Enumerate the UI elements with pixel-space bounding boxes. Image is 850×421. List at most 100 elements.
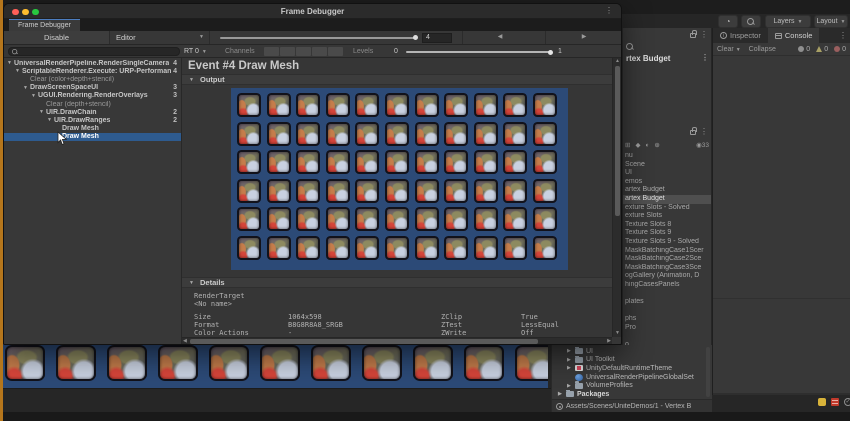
disable-button[interactable]: Disable: [4, 31, 110, 44]
console-badge[interactable]: 0: [816, 46, 828, 53]
event-tree-row[interactable]: ▼ Clear (color+depth+stencil): [4, 75, 181, 83]
layout-dropdown[interactable]: Layout ▼: [814, 15, 848, 28]
project-list-item[interactable]: artex Budget: [623, 186, 711, 195]
scene-menu-icon[interactable]: ⋮: [701, 54, 709, 63]
project-list-item[interactable]: Texture Slots 9 - Solved: [623, 238, 711, 247]
scene-header[interactable]: rtex Budget ⋮: [626, 54, 709, 63]
tab-frame-debugger[interactable]: Frame Debugger: [9, 19, 80, 31]
bake-status-icon[interactable]: [818, 398, 826, 406]
project-list-item[interactable]: UI: [623, 169, 711, 178]
editor-search-button[interactable]: [741, 15, 761, 28]
console-badge[interactable]: 0: [834, 46, 846, 53]
event-tree-row[interactable]: ▼ UIR.DrawChain 2: [4, 108, 181, 116]
target-dropdown[interactable]: Editor ▼: [110, 31, 210, 44]
create-menu-icon[interactable]: ⊞: [625, 141, 630, 149]
previous-event-button[interactable]: ◀: [462, 31, 537, 44]
channel-button[interactable]: [264, 47, 279, 56]
project-list-item[interactable]: ogGallery (Animation, D: [623, 272, 711, 281]
levels-slider[interactable]: [406, 49, 553, 55]
scroll-right-icon[interactable]: ▶: [607, 338, 611, 344]
project-list-item[interactable]: artex Budget: [623, 194, 711, 204]
fold-arrow-icon[interactable]: ▼: [23, 85, 30, 91]
project-tree-item[interactable]: ▶ Packages: [556, 389, 704, 399]
tab-inspector[interactable]: i Inspector: [713, 28, 768, 43]
rt-dropdown[interactable]: RT 0 ▼: [184, 46, 216, 57]
project-list-item[interactable]: Texture Slots 9: [623, 229, 711, 238]
window-titlebar[interactable]: Frame Debugger ⋮: [4, 4, 621, 19]
layers-dropdown[interactable]: Layers ▼: [765, 15, 811, 28]
project-list-item[interactable]: MaskBatchingCase2Sce: [623, 255, 711, 264]
history-button[interactable]: ◔: [718, 15, 738, 28]
project-list-item[interactable]: exture Slots - Solved: [623, 204, 711, 213]
project-list-item[interactable]: emos: [623, 178, 711, 187]
project-tree-item[interactable]: ▶ UniversalRenderPipelineGlobalSet: [556, 373, 704, 382]
scroll-left-icon[interactable]: ◀: [183, 338, 187, 344]
lock-icon[interactable]: [690, 126, 697, 135]
channel-button[interactable]: [312, 47, 327, 56]
channel-button[interactable]: [296, 47, 311, 56]
next-event-button[interactable]: ▶: [545, 31, 621, 44]
window-menu-icon[interactable]: ⋮: [605, 7, 613, 15]
fold-arrow-icon[interactable]: ▶: [567, 348, 574, 354]
project-list-item[interactable]: MaskBatchingCase3Sce: [623, 264, 711, 273]
event-number-field[interactable]: 4: [422, 33, 452, 43]
project-list-item[interactable]: hingCasesPanels: [623, 281, 711, 290]
scroll-down-icon[interactable]: ▼: [615, 330, 620, 337]
event-slider-thumb[interactable]: [413, 35, 418, 40]
event-slider[interactable]: [220, 35, 418, 40]
tab-console[interactable]: Console: [767, 28, 820, 43]
lock-icon[interactable]: [690, 29, 697, 38]
levels-slider-thumb[interactable]: [548, 49, 553, 55]
scroll-up-icon[interactable]: ▲: [615, 58, 620, 65]
project-list-item[interactable]: Texture Slots 8: [623, 221, 711, 230]
fold-arrow-icon[interactable]: ▶: [567, 383, 574, 389]
event-tree-row[interactable]: ▼ UniversalRenderPipeline.RenderSingleCa…: [4, 59, 181, 67]
project-list-item[interactable]: [623, 290, 711, 299]
vertical-scrollbar-thumb[interactable]: [614, 66, 620, 216]
fold-arrow-icon[interactable]: ▼: [15, 68, 22, 74]
event-tree-row[interactable]: ▼ UIR.DrawRanges 2: [4, 116, 181, 124]
horizontal-scrollbar[interactable]: ◀ ▶: [182, 337, 612, 344]
event-tree-row[interactable]: ▼ Draw Mesh: [4, 125, 181, 133]
fold-arrow-icon[interactable]: ▶: [567, 357, 574, 363]
event-tree-row[interactable]: ▼ ScriptableRenderer.Execute: URP-Perfor…: [4, 67, 181, 75]
project-tree-item[interactable]: ▶ UnityDefaultRuntimeTheme: [556, 364, 704, 373]
horizontal-scrollbar-thumb[interactable]: [190, 339, 538, 344]
project-list-item[interactable]: MaskBatchingCase1Scer: [623, 247, 711, 256]
project-list-item[interactable]: Scene: [623, 161, 711, 170]
hierarchy-item[interactable]: [623, 75, 711, 84]
fold-arrow-icon[interactable]: ▼: [39, 109, 46, 115]
project-scrollbar[interactable]: [706, 347, 710, 397]
panel-menu-icon[interactable]: ⋮: [839, 31, 847, 40]
fold-arrow-icon[interactable]: ▼: [47, 117, 54, 123]
project-list-item[interactable]: plates: [623, 298, 711, 307]
project-tree-item[interactable]: ▶ UI: [556, 347, 704, 356]
project-list-item[interactable]: [623, 307, 711, 316]
fold-arrow-icon[interactable]: ▼: [31, 93, 38, 99]
project-list-item[interactable]: Pro: [623, 324, 711, 333]
project-tree-item[interactable]: ▶ VolumeProfiles: [556, 381, 704, 390]
project-tree-item[interactable]: ▶ UI Toolkit: [556, 355, 704, 365]
collapse-button[interactable]: Collapse: [745, 46, 780, 53]
details-foldout[interactable]: ▼ Details: [182, 277, 612, 288]
event-tree-row[interactable]: ▼ UGUI.Rendering.RenderOverlays 3: [4, 92, 181, 100]
fold-arrow-icon[interactable]: ▼: [7, 60, 14, 66]
type-filter-icon[interactable]: ⊕: [654, 141, 659, 149]
search-icon[interactable]: [626, 43, 634, 51]
error-status-icon[interactable]: [831, 398, 839, 406]
hierarchy-item[interactable]: [623, 66, 711, 75]
console-badge[interactable]: 0: [798, 46, 810, 53]
label-icon[interactable]: ◐: [645, 142, 649, 149]
search-input[interactable]: [8, 47, 180, 56]
project-list-item[interactable]: nu: [623, 152, 711, 161]
channel-button[interactable]: [280, 47, 295, 56]
fold-arrow-icon[interactable]: ▶: [567, 365, 574, 371]
panel-menu-icon[interactable]: ⋮: [700, 128, 708, 136]
event-tree-row[interactable]: ▼ Clear (depth+stencil): [4, 100, 181, 108]
channel-button[interactable]: [328, 47, 343, 56]
project-list-item[interactable]: exture Slots: [623, 212, 711, 221]
console-splitter[interactable]: [713, 298, 850, 299]
project-list-item[interactable]: [623, 332, 711, 341]
breadcrumb[interactable]: Assets/Scenes/UniteDemos/1 - Vertex B: [552, 399, 712, 412]
panel-menu-icon[interactable]: ⋮: [700, 31, 708, 39]
